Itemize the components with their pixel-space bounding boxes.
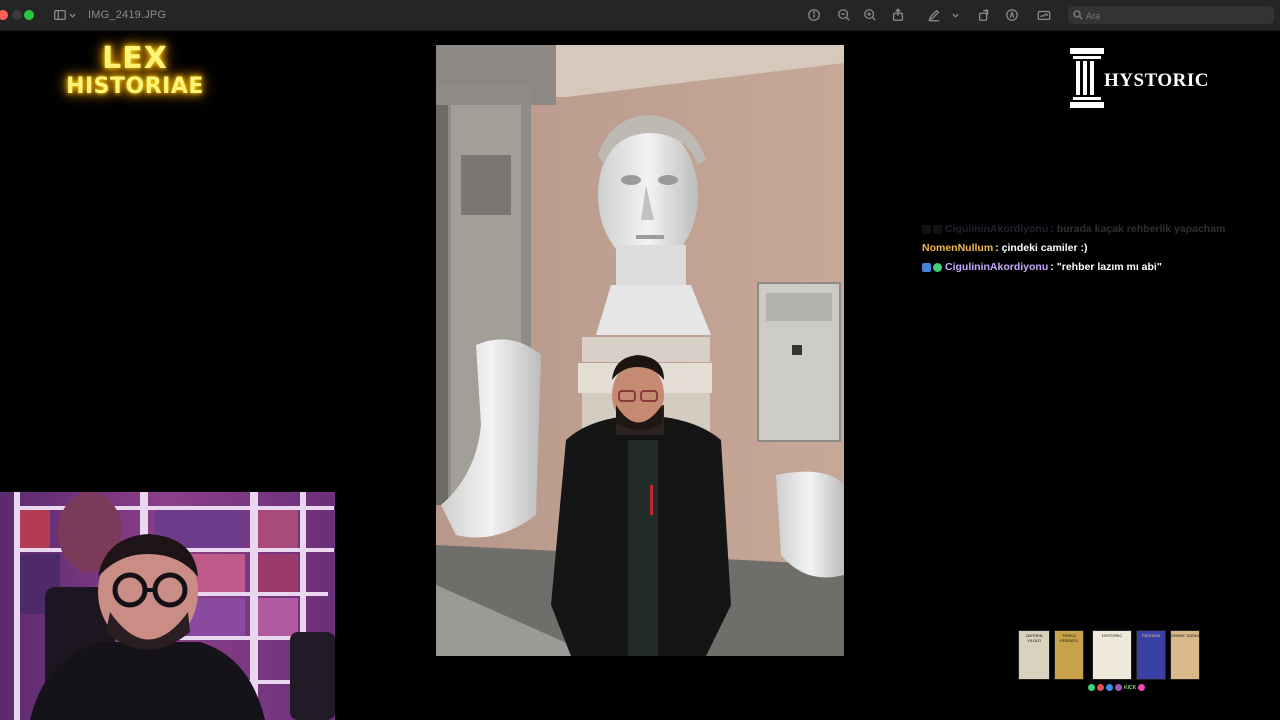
chat-text: burada kaçak rehberlik yapacham — [1056, 223, 1226, 235]
window-titlebar: IMG_2419.JPG — [0, 0, 1280, 31]
minimize-window-button[interactable] — [12, 10, 22, 20]
column-icon — [1070, 48, 1104, 108]
search-input[interactable] — [1084, 8, 1268, 24]
window-title: IMG_2419.JPG — [88, 9, 167, 21]
chat-text: "rehber lazım mı abi" — [1056, 261, 1162, 273]
sub-badge-icon — [922, 225, 931, 234]
search-field[interactable] — [1068, 6, 1274, 24]
books-strip: ZAFERIN YILDIZI TÜRKÜ PERDESİ HYSTORIC F… — [1018, 630, 1202, 682]
chat-badges — [922, 263, 942, 272]
youtube-icon — [1097, 684, 1104, 691]
chat-separator: : — [1050, 223, 1054, 235]
markup-pen-icon[interactable] — [926, 7, 942, 23]
chat-message: NomenNullum : çindeki camiler :) — [922, 239, 1262, 258]
chevron-down-icon[interactable] — [950, 7, 960, 23]
book-cover[interactable]: TÜRKÜ PERDESİ — [1054, 630, 1084, 680]
book-cover[interactable]: FATİHİZM — [1136, 630, 1166, 680]
book-cover[interactable]: ZAFERIN YILDIZI — [1018, 630, 1050, 680]
star-badge-icon — [933, 225, 942, 234]
twitch-icon — [1115, 684, 1122, 691]
instagram-icon — [1138, 684, 1146, 691]
search-icon — [1073, 10, 1083, 20]
logo-line-2: HISTORIAE — [66, 74, 204, 99]
twitter-icon — [1106, 684, 1113, 691]
rotate-icon[interactable] — [976, 7, 992, 23]
book-title: TÜRKÜ PERDESİ — [1060, 633, 1078, 643]
chat-message: CigulininAkordiyonu : burada kaçak rehbe… — [922, 220, 1262, 239]
chat-text: çindeki camiler :) — [1001, 242, 1088, 254]
book-cover[interactable]: HYSTORIC — [1092, 630, 1132, 680]
sub-badge-icon — [922, 263, 931, 272]
sidebar-toggle-icon[interactable] — [52, 7, 68, 23]
info-icon[interactable] — [806, 7, 822, 23]
zoom-in-icon[interactable] — [862, 7, 878, 23]
social-icons: KICK — [1088, 684, 1146, 691]
close-window-button[interactable] — [0, 10, 8, 20]
main-photo — [436, 45, 844, 656]
logo-text: HYSTORIC — [1104, 70, 1210, 91]
chat-badges — [922, 225, 942, 234]
logo-line-1: LEX — [102, 41, 168, 76]
chat-message: CigulininAkordiyonu : "rehber lazım mı a… — [922, 258, 1262, 277]
star-badge-icon — [933, 263, 942, 272]
book-title: ZAFERIN YILDIZI — [1025, 633, 1043, 643]
chat-overlay: CigulininAkordiyonu : burada kaçak rehbe… — [922, 220, 1262, 277]
chat-username: NomenNullum — [922, 242, 994, 254]
sign-icon[interactable] — [1036, 7, 1052, 23]
book-title: ERKEK TARİHİ — [1171, 633, 1199, 638]
book-title: HYSTORIC — [1101, 633, 1123, 638]
share-icon[interactable] — [890, 7, 906, 23]
book-title: FATİHİZM — [1142, 633, 1160, 638]
kick-icon — [1088, 684, 1095, 691]
maximize-window-button[interactable] — [24, 10, 34, 20]
chevron-down-icon[interactable] — [68, 7, 76, 23]
chat-username: CigulininAkordiyonu — [945, 261, 1049, 273]
chat-separator: : — [995, 242, 999, 254]
zoom-out-icon[interactable] — [836, 7, 852, 23]
social-label: KICK — [1124, 684, 1137, 691]
chat-username: CigulininAkordiyonu — [945, 223, 1049, 235]
lex-historiae-logo: LEX HISTORIAE — [60, 44, 210, 98]
chat-separator: : — [1050, 261, 1054, 273]
webcam-feed — [0, 492, 335, 720]
markup-circle-icon[interactable] — [1004, 7, 1020, 23]
book-cover[interactable]: ERKEK TARİHİ — [1170, 630, 1200, 680]
